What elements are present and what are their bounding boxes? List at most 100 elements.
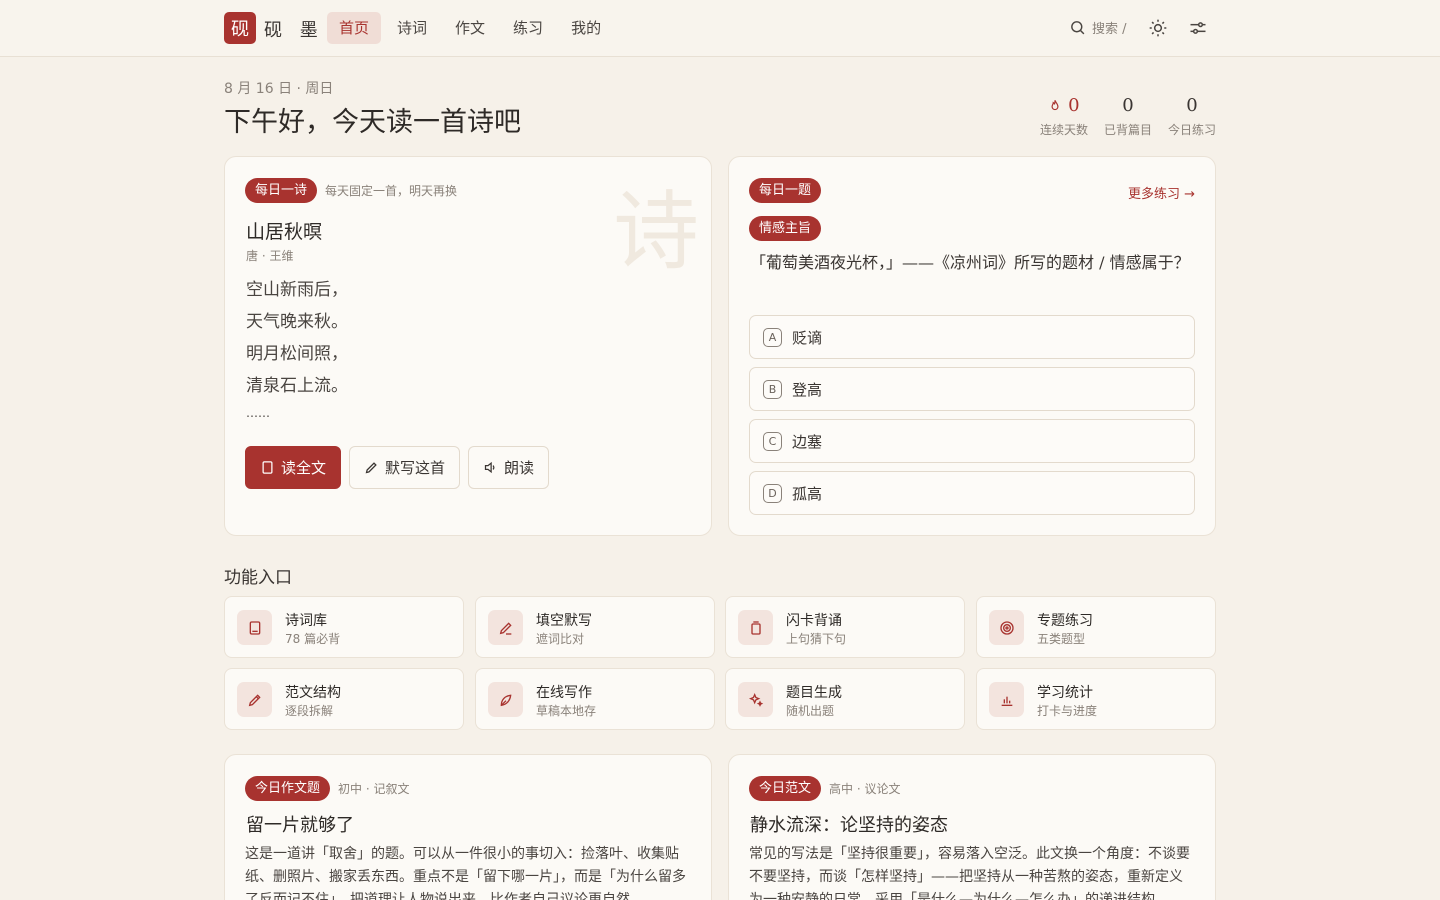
daily-poem-card: 诗 每日一诗 每天固定一首，明天再换 山居秋暝 唐 · 王维 空山新雨后， 天气… xyxy=(224,156,712,536)
target-icon xyxy=(999,620,1014,635)
feature-title: 题目生成 xyxy=(786,685,842,701)
sliders-icon[interactable] xyxy=(1188,18,1208,38)
book-icon xyxy=(262,461,273,474)
daily-poem-badge: 每日一诗 xyxy=(245,178,318,203)
feature-sub: 随机出题 xyxy=(786,704,835,718)
daily-poem-note: 每天固定一首，明天再换 xyxy=(325,184,458,198)
stat-label: 已背篇目 xyxy=(1103,123,1152,137)
search-icon xyxy=(1071,21,1085,35)
sun-icon[interactable] xyxy=(1148,18,1168,38)
stat-label: 今日练习 xyxy=(1167,123,1216,137)
option-text: 贬谪 xyxy=(792,328,823,347)
recite-label: 朗读 xyxy=(504,459,535,477)
poem-author: 唐 · 王维 xyxy=(246,249,294,263)
feature-poetry-library[interactable]: 诗词库 78 篇必背 xyxy=(224,596,464,658)
model-essay-card[interactable]: 今日范文 高中 · 议论文 静水流深：论坚持的姿态 常见的写法是「坚持很重要」，… xyxy=(728,754,1216,900)
feature-fill-dictation[interactable]: 填空默写 遮词比对 xyxy=(475,596,715,658)
stat-label: 连续天数 xyxy=(1039,123,1088,137)
feature-topic-practice[interactable]: 专题练习 五类题型 xyxy=(976,596,1216,658)
option-text: 边塞 xyxy=(792,432,823,451)
speaker-icon xyxy=(484,461,495,474)
search-button[interactable]: 搜索 / xyxy=(1069,18,1127,37)
stat-value: 0 xyxy=(1186,95,1198,116)
feature-essay-structure[interactable]: 范文结构 逐段拆解 xyxy=(224,668,464,730)
option-letter: B xyxy=(763,379,782,399)
feature-sub: 草稿本地存 xyxy=(536,704,597,718)
nav-item-essay[interactable]: 作文 xyxy=(443,12,497,44)
nav-item-poetry[interactable]: 诗词 xyxy=(385,12,439,44)
more-practice-link[interactable]: 更多练习 → xyxy=(1128,183,1195,202)
feather-icon xyxy=(500,694,511,706)
app-name[interactable]: 砚 墨 xyxy=(264,16,324,42)
model-essay-meta: 高中 · 议论文 xyxy=(829,782,901,796)
daily-quiz-card: 每日一题 情感主旨 更多练习 → 「葡萄美酒夜光杯，」——《凉州词》所写的题材 … xyxy=(728,156,1216,536)
feature-title: 填空默写 xyxy=(536,613,592,629)
poem-line: 空山新雨后， xyxy=(246,280,348,300)
nav-item-practice[interactable]: 练习 xyxy=(501,12,555,44)
recite-button[interactable]: 朗读 xyxy=(468,446,550,489)
cards-icon xyxy=(750,620,761,635)
features-title: 功能入口 xyxy=(224,568,292,588)
feature-study-stats[interactable]: 学习统计 打卡与进度 xyxy=(976,668,1216,730)
flame-icon xyxy=(1051,100,1059,111)
essay-topic-title: 留一片就够了 xyxy=(246,815,354,836)
model-essay-title: 静水流深：论坚持的姿态 xyxy=(750,815,948,836)
stats-bar: 0 连续天数 0 已背篇目 0 今日练习 xyxy=(1032,95,1224,138)
poem-title[interactable]: 山居秋暝 xyxy=(246,217,322,244)
feature-sub: 上句猜下句 xyxy=(786,632,847,646)
feature-flashcards[interactable]: 闪卡背诵 上句猜下句 xyxy=(725,596,965,658)
feature-title: 在线写作 xyxy=(536,685,592,701)
pen-icon xyxy=(365,462,377,474)
feature-title: 诗词库 xyxy=(285,613,327,629)
stat-value: 0 xyxy=(1068,95,1080,116)
feature-sub: 五类题型 xyxy=(1037,632,1086,646)
read-full-label: 读全文 xyxy=(281,459,327,477)
feature-title: 专题练习 xyxy=(1037,613,1093,629)
poem-watermark: 诗 xyxy=(613,182,699,282)
option-letter: A xyxy=(763,327,782,347)
book-icon xyxy=(249,620,260,635)
bar-chart-icon xyxy=(1001,696,1012,706)
nav-item-home[interactable]: 首页 xyxy=(327,12,382,44)
stat-streak: 0 连续天数 xyxy=(1032,95,1096,138)
essay-topic-card[interactable]: 今日作文题 初中 · 记叙文 留一片就够了 这是一道讲「取舍」的题。可以从一件很… xyxy=(224,754,712,900)
feature-question-generator[interactable]: 题目生成 随机出题 xyxy=(725,668,965,730)
feature-title: 学习统计 xyxy=(1037,685,1093,701)
feature-sub: 打卡与进度 xyxy=(1037,704,1098,718)
option-text: 登高 xyxy=(792,380,823,399)
option-text: 孤高 xyxy=(792,484,823,503)
quiz-option-d[interactable]: D 孤高 xyxy=(749,471,1195,515)
essay-topic-meta: 初中 · 记叙文 xyxy=(338,782,410,796)
quiz-tag: 情感主旨 xyxy=(749,216,822,241)
poem-line: 天气晚来秋。 xyxy=(246,312,348,332)
feature-sub: 遮词比对 xyxy=(536,632,585,646)
quiz-question: 「葡萄美酒夜光杯，」——《凉州词》所写的题材 / 情感属于？ xyxy=(750,253,1190,272)
stat-memorized: 0 已背篇目 xyxy=(1096,95,1160,138)
stat-value: 0 xyxy=(1122,95,1134,116)
main-nav: 首页 诗词 作文 练习 我的 xyxy=(327,12,613,44)
feature-sub: 78 篇必背 xyxy=(285,632,341,646)
dictate-label: 默写这首 xyxy=(385,459,446,477)
read-full-button[interactable]: 读全文 xyxy=(245,446,342,489)
quiz-option-c[interactable]: C 边塞 xyxy=(749,419,1195,463)
stat-today: 0 今日练习 xyxy=(1160,95,1224,138)
feature-sub: 逐段拆解 xyxy=(285,704,334,718)
pen-icon xyxy=(499,621,512,635)
search-label: 搜索 / xyxy=(1092,22,1127,37)
date-text: 8 月 16 日 · 周日 xyxy=(224,81,334,97)
dictate-button[interactable]: 默写这首 xyxy=(349,446,461,489)
quiz-option-a[interactable]: A 贬谪 xyxy=(749,315,1195,359)
model-essay-badge: 今日范文 xyxy=(749,776,822,801)
poem-line: 明月松间照， xyxy=(246,344,348,364)
logo-mark[interactable]: 砚 xyxy=(224,12,256,44)
quiz-option-b[interactable]: B 登高 xyxy=(749,367,1195,411)
page-title: 下午好，今天读一首诗吧 xyxy=(224,107,521,138)
feature-title: 闪卡背诵 xyxy=(786,613,842,629)
option-letter: C xyxy=(763,431,782,451)
poem-line: 清泉石上流。 xyxy=(246,376,348,396)
feature-online-writing[interactable]: 在线写作 草稿本地存 xyxy=(475,668,715,730)
nav-item-mine[interactable]: 我的 xyxy=(559,12,613,44)
sparkle-icon xyxy=(748,692,763,707)
feature-title: 范文结构 xyxy=(285,685,341,701)
essay-topic-text: 这是一道讲「取舍」的题。可以从一件很小的事切入：捡落叶、收集贴纸、删照片、搬家丢… xyxy=(245,846,686,900)
